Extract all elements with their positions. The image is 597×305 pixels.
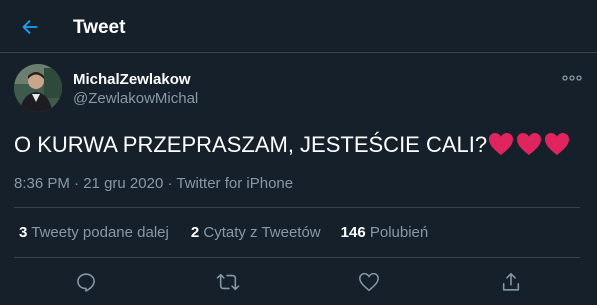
likes-count: 146: [340, 224, 366, 241]
tweet-meta: 8:36 PM · 21 gru 2020 · Twitter for iPho…: [14, 175, 293, 193]
red-heart-icon: [517, 133, 542, 155]
like-icon: [359, 272, 379, 292]
quotes-count: 2: [190, 224, 200, 241]
retweet-icon: [216, 273, 240, 291]
retweets-stat[interactable]: 3 Tweety podane dalej: [19, 224, 169, 242]
divider: [14, 207, 580, 208]
quotes-stat[interactable]: 2 Cytaty z Tweetów: [191, 224, 321, 242]
page-title: Tweet: [73, 17, 126, 38]
like-button[interactable]: [355, 268, 383, 296]
meta-separator: ·: [167, 175, 173, 192]
share-icon: [502, 272, 520, 291]
more-options-button[interactable]: [560, 66, 584, 90]
header: Tweet: [0, 0, 597, 53]
retweets-label: Tweety podane dalej: [31, 224, 169, 241]
tweet-source[interactable]: Twitter for iPhone: [176, 175, 293, 192]
back-button[interactable]: [14, 11, 46, 43]
retweets-count: 3: [19, 224, 28, 241]
tweet-text-body: O KURWA PRZEPRASZAM, JESTEŚCIE CALI?: [14, 132, 488, 157]
likes-stat[interactable]: 146 Polubień: [341, 224, 429, 242]
arrow-left-icon: [22, 19, 38, 35]
share-button[interactable]: [497, 268, 525, 296]
tweet-text: O KURWA PRZEPRASZAM, JESTEŚCIE CALI?: [14, 131, 570, 159]
more-horizontal-icon: [562, 75, 582, 81]
likes-label: Polubień: [369, 224, 429, 241]
tweet-date[interactable]: 21 gru 2020: [83, 175, 163, 192]
avatar-image: [14, 64, 62, 112]
divider: [14, 257, 580, 258]
red-heart-icon: [489, 133, 514, 155]
author-handle[interactable]: @ZewlakowMichal: [73, 90, 198, 108]
reply-icon: [77, 273, 95, 292]
retweet-button[interactable]: [214, 268, 242, 296]
quotes-label: Cytaty z Tweetów: [203, 224, 321, 241]
tweet-actions: [0, 268, 597, 296]
tweet-time[interactable]: 8:36 PM: [14, 175, 70, 192]
author-display-name[interactable]: MichalZewlakow: [73, 71, 191, 89]
tweet-stats: 3 Tweety podane dalej 2 Cytaty z Tweetów…: [19, 224, 428, 242]
tweet-page: Tweet MichalZewlakow @ZewlakowMichal O K…: [0, 0, 597, 305]
meta-separator: ·: [74, 175, 80, 192]
tweet-emoji: [488, 132, 570, 156]
avatar[interactable]: [14, 64, 62, 112]
red-heart-icon: [545, 133, 570, 155]
reply-button[interactable]: [72, 268, 100, 296]
